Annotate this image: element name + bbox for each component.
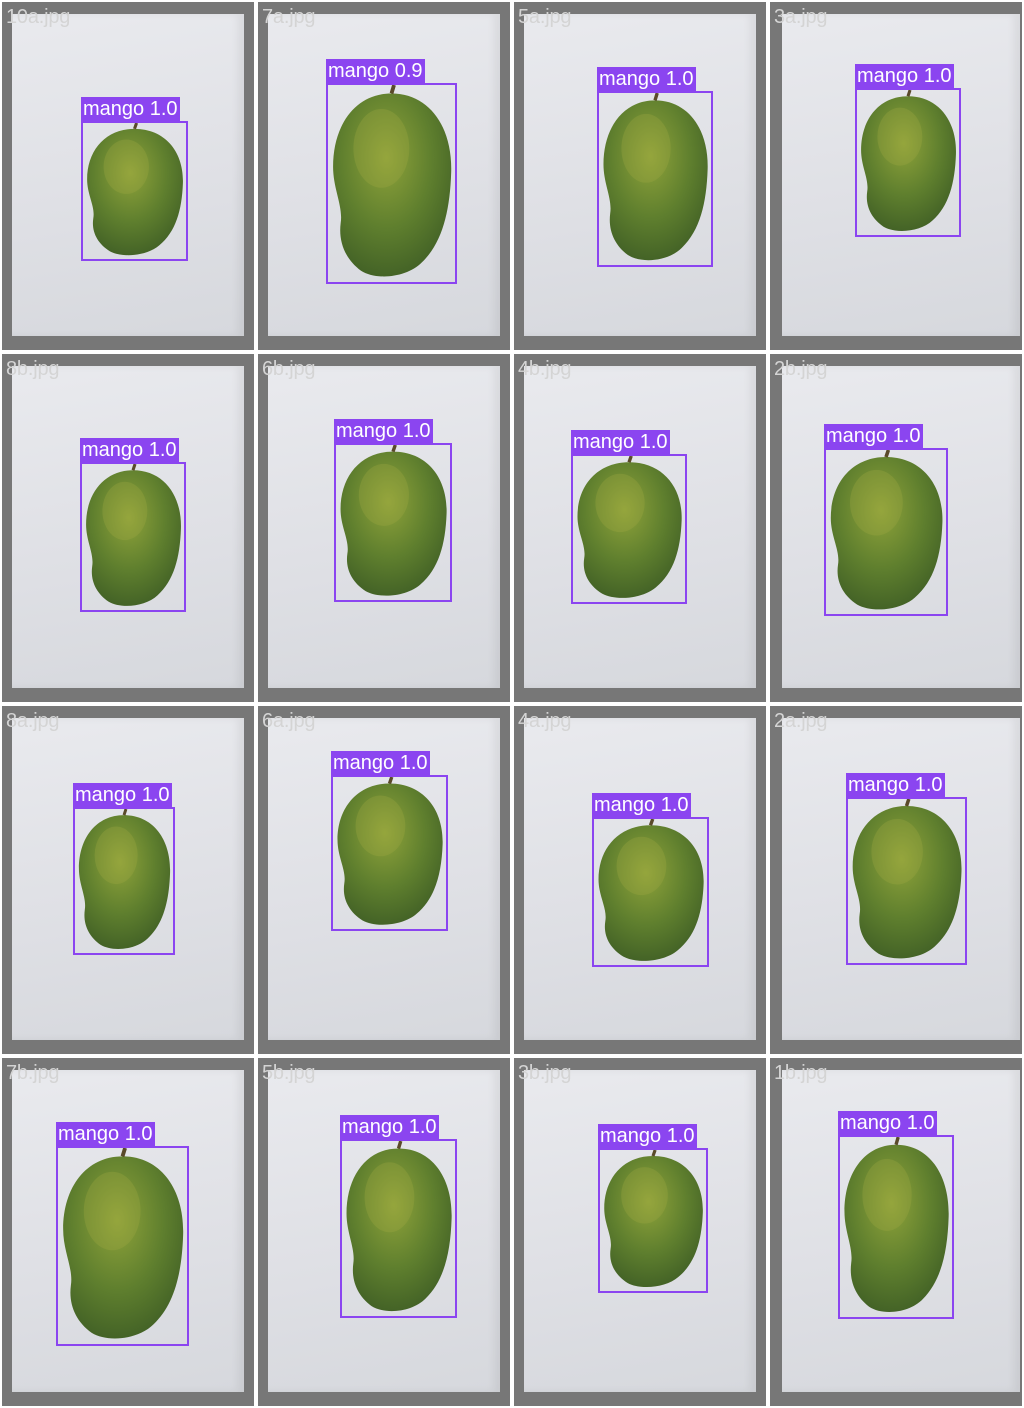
bounding-box bbox=[73, 807, 175, 955]
class-name: mango bbox=[58, 1123, 120, 1145]
image-tile: mango 1.0 2b.jpg bbox=[770, 354, 1022, 702]
filename-label: 2a.jpg bbox=[774, 710, 828, 732]
class-name: mango bbox=[857, 65, 919, 87]
bounding-box bbox=[80, 462, 186, 612]
confidence-score: 1.0 bbox=[892, 425, 921, 447]
confidence-score: 1.0 bbox=[141, 784, 170, 806]
confidence-score: 1.0 bbox=[148, 439, 177, 461]
confidence-score: 1.0 bbox=[402, 420, 431, 442]
filename-label: 4b.jpg bbox=[518, 358, 572, 380]
class-name: mango bbox=[328, 60, 390, 82]
image-tile: mango 1.0 1b.jpg bbox=[770, 1058, 1022, 1406]
confidence-score: 1.0 bbox=[923, 65, 952, 87]
image-tile: mango 1.0 5b.jpg bbox=[258, 1058, 510, 1406]
detection-label: mango 1.0 bbox=[598, 1124, 697, 1148]
bounding-box bbox=[340, 1139, 457, 1318]
class-name: mango bbox=[848, 774, 910, 796]
detection-label: mango 1.0 bbox=[334, 419, 433, 443]
filename-label: 6a.jpg bbox=[262, 710, 316, 732]
detection-label: mango 1.0 bbox=[597, 67, 696, 91]
confidence-score: 1.0 bbox=[906, 1112, 935, 1134]
image-tile: mango 1.0 8a.jpg bbox=[2, 706, 254, 1054]
image-tile: mango 1.0 6b.jpg bbox=[258, 354, 510, 702]
bounding-box bbox=[56, 1146, 189, 1346]
class-name: mango bbox=[82, 439, 144, 461]
confidence-score: 1.0 bbox=[660, 794, 689, 816]
bounding-box bbox=[331, 775, 448, 931]
bounding-box bbox=[597, 91, 713, 267]
detection-label: mango 0.9 bbox=[326, 59, 425, 83]
filename-label: 1b.jpg bbox=[774, 1062, 828, 1084]
class-name: mango bbox=[333, 752, 395, 774]
detection-label: mango 1.0 bbox=[81, 97, 180, 121]
class-name: mango bbox=[600, 1125, 662, 1147]
image-tile: mango 0.9 7a.jpg bbox=[258, 2, 510, 350]
confidence-score: 1.0 bbox=[399, 752, 428, 774]
detection-label: mango 1.0 bbox=[824, 424, 923, 448]
image-tile: mango 1.0 4a.jpg bbox=[514, 706, 766, 1054]
bounding-box bbox=[334, 443, 452, 602]
filename-label: 4a.jpg bbox=[518, 710, 572, 732]
filename-label: 6b.jpg bbox=[262, 358, 316, 380]
bounding-box bbox=[824, 448, 948, 616]
confidence-score: 1.0 bbox=[408, 1116, 437, 1138]
filename-label: 2b.jpg bbox=[774, 358, 828, 380]
confidence-score: 1.0 bbox=[665, 68, 694, 90]
detection-label: mango 1.0 bbox=[56, 1122, 155, 1146]
filename-label: 8b.jpg bbox=[6, 358, 60, 380]
bounding-box bbox=[592, 817, 709, 967]
image-tile: mango 1.0 3b.jpg bbox=[514, 1058, 766, 1406]
image-tile: mango 1.0 4b.jpg bbox=[514, 354, 766, 702]
confidence-score: 1.0 bbox=[639, 431, 668, 453]
filename-label: 10a.jpg bbox=[6, 6, 71, 28]
image-tile: mango 1.0 5a.jpg bbox=[514, 2, 766, 350]
class-name: mango bbox=[599, 68, 661, 90]
image-tile: mango 1.0 10a.jpg bbox=[2, 2, 254, 350]
detection-label: mango 1.0 bbox=[340, 1115, 439, 1139]
filename-label: 3a.jpg bbox=[774, 6, 828, 28]
class-name: mango bbox=[840, 1112, 902, 1134]
detection-label: mango 1.0 bbox=[571, 430, 670, 454]
class-name: mango bbox=[826, 425, 888, 447]
class-name: mango bbox=[75, 784, 137, 806]
detection-label: mango 1.0 bbox=[331, 751, 430, 775]
bounding-box bbox=[326, 83, 457, 284]
bounding-box bbox=[846, 797, 967, 965]
confidence-score: 1.0 bbox=[914, 774, 943, 796]
detection-label: mango 1.0 bbox=[846, 773, 945, 797]
class-name: mango bbox=[336, 420, 398, 442]
bounding-box bbox=[598, 1148, 708, 1293]
filename-label: 7b.jpg bbox=[6, 1062, 60, 1084]
image-tile: mango 1.0 7b.jpg bbox=[2, 1058, 254, 1406]
detection-label: mango 1.0 bbox=[80, 438, 179, 462]
bounding-box bbox=[571, 454, 687, 604]
class-name: mango bbox=[83, 98, 145, 120]
confidence-score: 0.9 bbox=[394, 60, 423, 82]
detection-grid: mango 1.0 10a.jpg mango 0.9 7a.jpg mango 1.0… bbox=[0, 0, 1024, 1408]
bounding-box bbox=[81, 121, 188, 261]
image-tile: mango 1.0 6a.jpg bbox=[258, 706, 510, 1054]
detection-label: mango 1.0 bbox=[838, 1111, 937, 1135]
filename-label: 5a.jpg bbox=[518, 6, 572, 28]
confidence-score: 1.0 bbox=[149, 98, 178, 120]
filename-label: 8a.jpg bbox=[6, 710, 60, 732]
bounding-box bbox=[838, 1135, 954, 1319]
image-tile: mango 1.0 2a.jpg bbox=[770, 706, 1022, 1054]
image-tile: mango 1.0 8b.jpg bbox=[2, 354, 254, 702]
filename-label: 3b.jpg bbox=[518, 1062, 572, 1084]
confidence-score: 1.0 bbox=[124, 1123, 153, 1145]
bounding-box bbox=[855, 88, 961, 237]
filename-label: 5b.jpg bbox=[262, 1062, 316, 1084]
detection-label: mango 1.0 bbox=[73, 783, 172, 807]
filename-label: 7a.jpg bbox=[262, 6, 316, 28]
detection-label: mango 1.0 bbox=[592, 793, 691, 817]
detection-label: mango 1.0 bbox=[855, 64, 954, 88]
class-name: mango bbox=[594, 794, 656, 816]
class-name: mango bbox=[342, 1116, 404, 1138]
image-tile: mango 1.0 3a.jpg bbox=[770, 2, 1022, 350]
confidence-score: 1.0 bbox=[666, 1125, 695, 1147]
class-name: mango bbox=[573, 431, 635, 453]
